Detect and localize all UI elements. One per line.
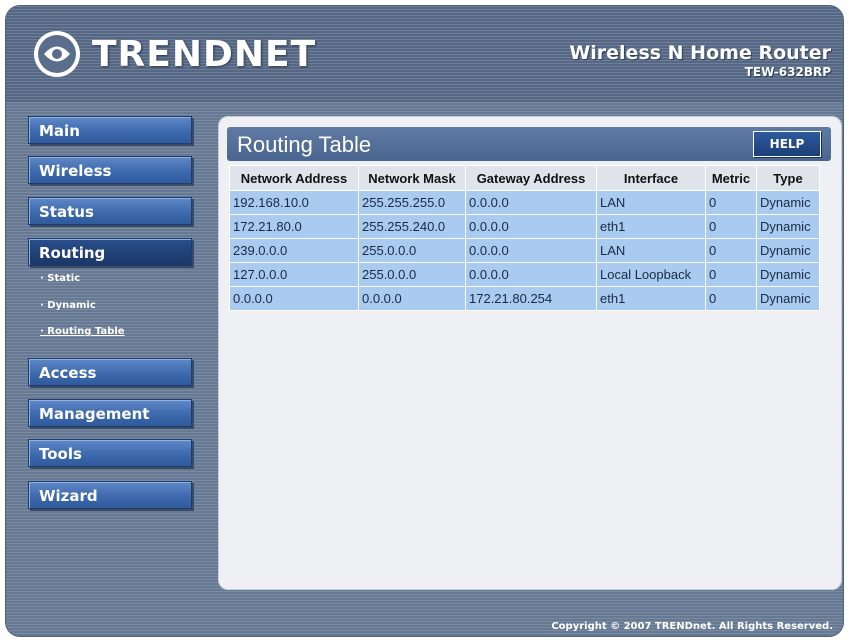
cell-metric: 0 bbox=[705, 262, 757, 287]
cell-gateway-address: 172.21.80.254 bbox=[465, 286, 597, 311]
help-button[interactable]: HELP bbox=[753, 131, 821, 157]
cell-interface: LAN bbox=[596, 190, 706, 215]
column-header-interface: Interface bbox=[596, 165, 706, 191]
nav-management[interactable]: Management bbox=[28, 399, 192, 427]
cell-gateway-address: 0.0.0.0 bbox=[465, 238, 597, 263]
cell-type: Dynamic bbox=[756, 238, 820, 263]
nav-routing[interactable]: Routing bbox=[28, 238, 192, 266]
product-name: Wireless N Home Router bbox=[569, 42, 831, 64]
cell-network-address: 127.0.0.0 bbox=[229, 262, 359, 287]
brand-name: TRENDNET bbox=[92, 33, 317, 75]
column-header-network-mask: Network Mask bbox=[358, 165, 466, 191]
nav-sub-dynamic[interactable]: · Dynamic bbox=[40, 300, 96, 311]
cell-network-address: 239.0.0.0 bbox=[229, 238, 359, 263]
column-header-network-address: Network Address bbox=[229, 165, 359, 191]
trendnet-logo: TRENDNET bbox=[32, 26, 316, 82]
cell-network-mask: 0.0.0.0 bbox=[358, 286, 466, 311]
table-row: 127.0.0.0 255.0.0.0 0.0.0.0 Local Loopba… bbox=[229, 262, 820, 287]
nav-main[interactable]: Main bbox=[28, 116, 192, 144]
cell-metric: 0 bbox=[705, 238, 757, 263]
column-header-metric: Metric bbox=[705, 165, 757, 191]
page-title: Routing Table bbox=[237, 132, 372, 157]
table-row: 192.168.10.0 255.255.255.0 0.0.0.0 LAN 0… bbox=[229, 190, 820, 215]
product-info: Wireless N Home Router TEW-632BRP bbox=[569, 42, 831, 79]
nav-status[interactable]: Status bbox=[28, 197, 192, 225]
table-row: 239.0.0.0 255.0.0.0 0.0.0.0 LAN 0 Dynami… bbox=[229, 238, 820, 263]
product-model: TEW-632BRP bbox=[744, 65, 831, 79]
cell-metric: 0 bbox=[705, 190, 757, 215]
content-panel: Routing Table HELP Network Address Netwo… bbox=[218, 116, 842, 590]
cell-gateway-address: 0.0.0.0 bbox=[465, 262, 597, 287]
cell-gateway-address: 0.0.0.0 bbox=[465, 214, 597, 239]
cell-metric: 0 bbox=[705, 286, 757, 311]
cell-network-address: 0.0.0.0 bbox=[229, 286, 359, 311]
nav-sub-routing-table[interactable]: · Routing Table bbox=[40, 326, 125, 337]
cell-network-address: 192.168.10.0 bbox=[229, 190, 359, 215]
table-header-row: Network Address Network Mask Gateway Add… bbox=[229, 165, 820, 191]
cell-type: Dynamic bbox=[756, 262, 820, 287]
nav-wireless[interactable]: Wireless bbox=[28, 156, 192, 184]
router-page: TRENDNET Wireless N Home Router TEW-632B… bbox=[6, 6, 843, 636]
trendnet-logo-icon bbox=[34, 31, 80, 77]
table-row: 0.0.0.0 0.0.0.0 172.21.80.254 eth1 0 Dyn… bbox=[229, 286, 820, 311]
cell-interface: Local Loopback bbox=[596, 262, 706, 287]
nav-wizard[interactable]: Wizard bbox=[28, 481, 192, 509]
cell-network-mask: 255.255.255.0 bbox=[358, 190, 466, 215]
cell-gateway-address: 0.0.0.0 bbox=[465, 190, 597, 215]
routing-table: Network Address Network Mask Gateway Add… bbox=[229, 165, 820, 311]
cell-network-mask: 255.255.240.0 bbox=[358, 214, 466, 239]
cell-interface: eth1 bbox=[596, 214, 706, 239]
cell-interface: LAN bbox=[596, 238, 706, 263]
nav-access[interactable]: Access bbox=[28, 358, 192, 386]
panel-title-bar: Routing Table HELP bbox=[227, 127, 831, 161]
cell-type: Dynamic bbox=[756, 190, 820, 215]
nav-tools[interactable]: Tools bbox=[28, 439, 192, 467]
cell-type: Dynamic bbox=[756, 214, 820, 239]
cell-metric: 0 bbox=[705, 214, 757, 239]
column-header-gateway-address: Gateway Address bbox=[465, 165, 597, 191]
copyright-footer: Copyright © 2007 TRENDnet. All Rights Re… bbox=[551, 621, 833, 632]
header: TRENDNET Wireless N Home Router TEW-632B… bbox=[6, 6, 843, 102]
column-header-type: Type bbox=[756, 165, 820, 191]
cell-network-address: 172.21.80.0 bbox=[229, 214, 359, 239]
cell-network-mask: 255.0.0.0 bbox=[358, 238, 466, 263]
cell-type: Dynamic bbox=[756, 286, 820, 311]
cell-network-mask: 255.0.0.0 bbox=[358, 262, 466, 287]
cell-interface: eth1 bbox=[596, 286, 706, 311]
nav-sub-static[interactable]: · Static bbox=[40, 273, 80, 284]
table-row: 172.21.80.0 255.255.240.0 0.0.0.0 eth1 0… bbox=[229, 214, 820, 239]
